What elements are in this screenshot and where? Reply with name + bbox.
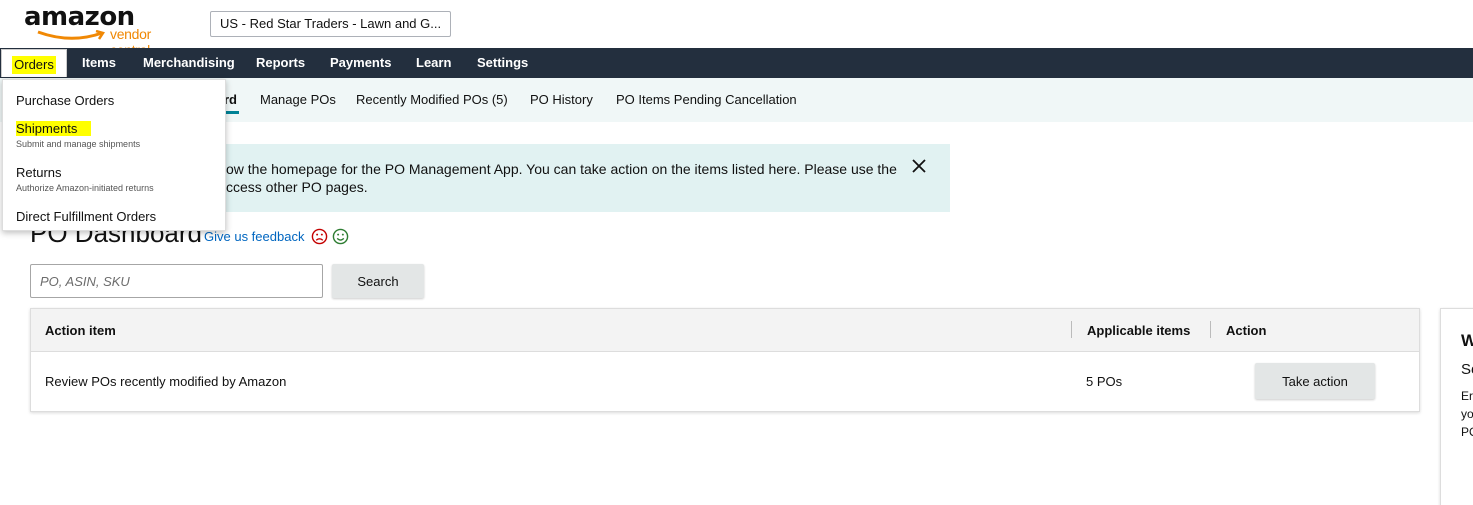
menu-item-shipments-desc: Submit and manage shipments [16, 139, 141, 149]
tab-recently-modified-pos[interactable]: Recently Modified POs (5) [356, 92, 508, 107]
menu-item-shipments-label: Shipments [16, 121, 92, 136]
nav-orders-label: Orders [12, 56, 56, 74]
nav-payments[interactable]: Payments [330, 48, 391, 78]
col-applicable-items: Applicable items [1087, 323, 1191, 338]
col-divider [1210, 321, 1211, 338]
applicable-items-cell: 5 POs [1086, 374, 1123, 389]
nav-items[interactable]: Items [82, 48, 116, 78]
nav-reports[interactable]: Reports [256, 48, 305, 78]
col-divider [1071, 321, 1072, 338]
main-nav: Orders Items Merchandising Reports Payme… [0, 48, 1473, 78]
side-card-title: W [1461, 331, 1473, 351]
action-item-cell: Review POs recently modified by Amazon [45, 374, 287, 389]
search-button[interactable]: Search [332, 264, 424, 298]
amazon-vendor-central-logo[interactable]: amazon vendor central [22, 2, 182, 58]
nav-learn[interactable]: Learn [416, 48, 451, 78]
banner-text: ow the homepage for the PO Management Ap… [226, 160, 916, 196]
active-tab-underline [224, 111, 239, 114]
feedback-link[interactable]: Give us feedback [204, 229, 304, 244]
nav-merchandising[interactable]: Merchandising [143, 48, 235, 78]
side-card-line: PO [1461, 425, 1473, 439]
tab-po-items-pending-cancellation[interactable]: PO Items Pending Cancellation [616, 92, 797, 107]
orders-dropdown-menu: Purchase Orders Shipments Submit and man… [2, 79, 226, 231]
side-card-line: Er [1461, 389, 1473, 403]
side-card-body: Er yo PO [1461, 387, 1473, 441]
close-icon[interactable] [912, 157, 926, 178]
side-card: W Se Er yo PO [1440, 308, 1473, 505]
menu-item-returns[interactable]: Returns [16, 165, 62, 180]
search-input[interactable] [30, 264, 323, 298]
nav-settings[interactable]: Settings [477, 48, 528, 78]
menu-item-purchase-orders[interactable]: Purchase Orders [16, 93, 114, 108]
take-action-button[interactable]: Take action [1255, 363, 1375, 399]
col-action-item: Action item [45, 323, 116, 338]
col-action: Action [1226, 323, 1267, 338]
side-card-line: yo [1461, 407, 1473, 421]
menu-item-direct-fulfillment-orders[interactable]: Direct Fulfillment Orders [16, 209, 156, 224]
sad-face-icon[interactable] [311, 228, 328, 245]
nav-orders[interactable]: Orders [1, 49, 67, 77]
menu-item-shipments[interactable]: Shipments [16, 121, 92, 136]
tab-manage-pos[interactable]: Manage POs [260, 92, 336, 107]
table-header: Action item Applicable items Action [31, 309, 1419, 352]
happy-face-icon[interactable] [332, 228, 349, 245]
banner-line-1: ow the homepage for the PO Management Ap… [226, 161, 897, 177]
side-card-subtitle: Se [1461, 361, 1473, 378]
account-selector[interactable]: US - Red Star Traders - Lawn and G... [210, 11, 451, 37]
banner-line-2: ccess other PO pages. [226, 179, 368, 195]
smile-icon [37, 30, 105, 40]
header: amazon vendor central US - Red Star Trad… [0, 0, 1473, 58]
menu-item-returns-desc: Authorize Amazon-initiated returns [16, 183, 154, 193]
action-items-table: Action item Applicable items Action Revi… [30, 308, 1420, 412]
tab-po-history[interactable]: PO History [530, 92, 593, 107]
